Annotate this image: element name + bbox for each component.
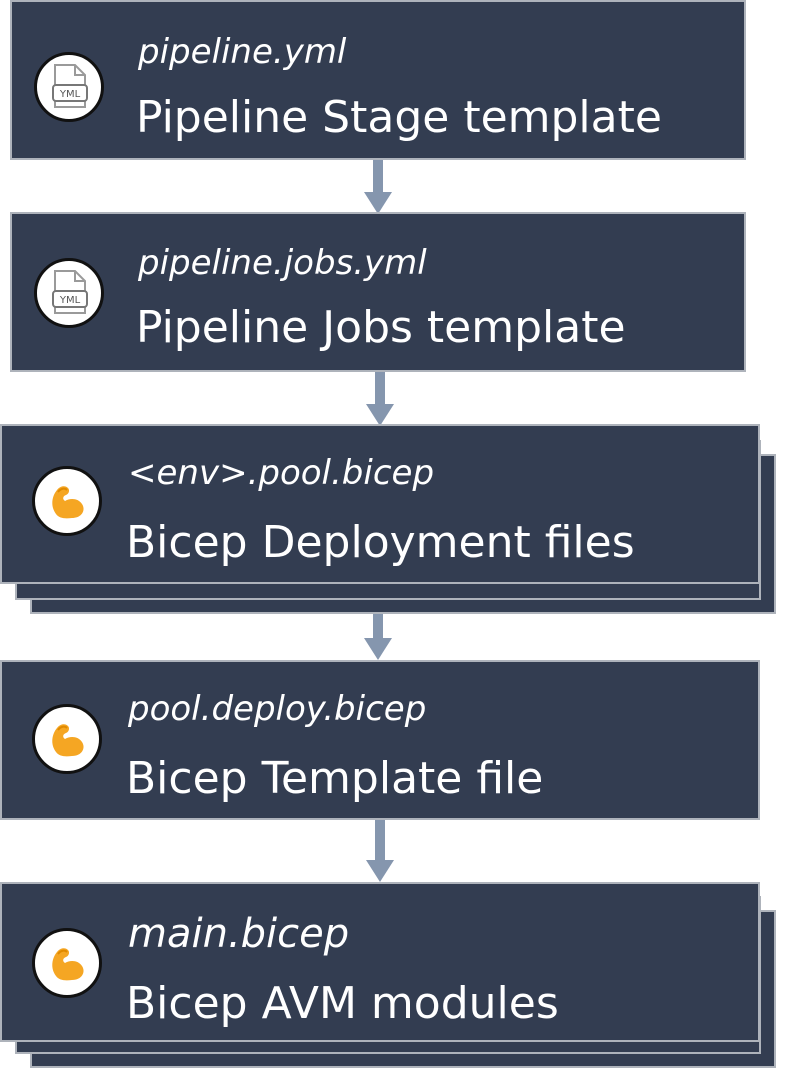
node-title: Bicep AVM modules [126,978,559,1029]
node-filename: pipeline.jobs.yml [138,243,427,283]
yml-icon-label: YML [59,295,81,306]
bicep-icon [32,928,102,998]
bicep-icon [32,704,102,774]
node-bicep-avm-modules: main.bicep Bicep AVM modules [0,882,760,1042]
node-bicep-deployment: <env>.pool.bicep Bicep Deployment files [0,424,760,584]
node-filename: <env>.pool.bicep [128,453,435,493]
node-title: Pipeline Jobs template [136,302,626,353]
arrow-2-to-3 [366,370,394,426]
arrow-4-to-5 [366,818,394,882]
node-filename: pool.deploy.bicep [128,689,427,729]
node-bicep-template: pool.deploy.bicep Bicep Template file [0,660,760,820]
node-pipeline-stage: YML pipeline.yml Pipeline Stage template [10,0,746,160]
arrow-1-to-2 [364,158,392,214]
node-title: Bicep Template file [126,753,544,804]
node-pipeline-jobs: YML pipeline.jobs.yml Pipeline Jobs temp… [10,212,746,372]
yml-file-icon: YML [34,52,104,122]
node-filename: main.bicep [128,911,350,957]
yml-icon-label: YML [59,89,81,100]
bicep-icon [32,466,102,536]
node-filename: pipeline.yml [138,32,347,72]
yml-file-icon: YML [34,258,104,328]
node-title: Bicep Deployment files [126,517,635,568]
node-title: Pipeline Stage template [136,92,662,143]
